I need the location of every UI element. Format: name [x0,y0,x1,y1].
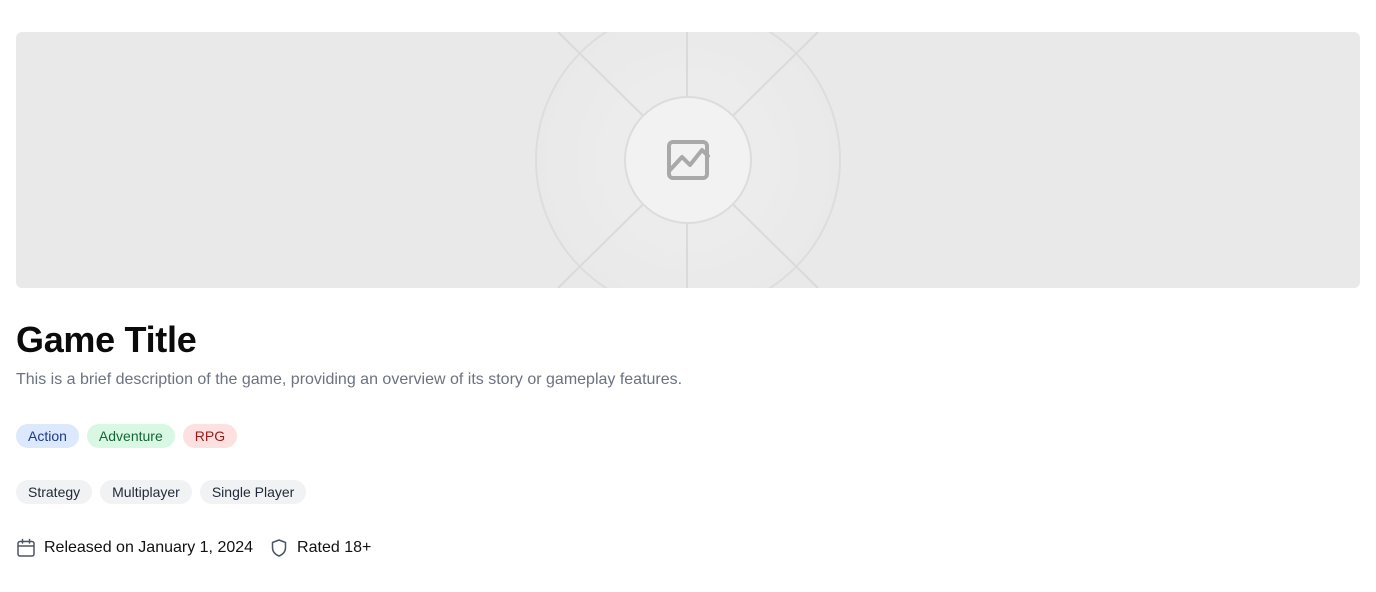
mode-tag[interactable]: Multiplayer [100,480,192,504]
release-date: Released on January 1, 2024 [16,538,253,558]
game-title: Game Title [16,319,197,360]
genre-tag[interactable]: Action [16,424,79,448]
mode-tag[interactable]: Single Player [199,480,307,504]
age-rating: Rated 18+ [269,538,371,558]
genre-tag[interactable]: Adventure [86,424,175,448]
game-description: This is a brief description of the game,… [16,371,683,388]
calendar-icon [16,538,36,558]
mode-tags: Strategy Multiplayer Single Player [16,480,307,504]
shield-icon [269,538,289,558]
image-placeholder-graphic [468,32,908,288]
mode-tag[interactable]: Strategy [16,480,93,504]
genre-tags: Action Adventure RPG [16,424,238,448]
game-meta: Released on January 1, 2024 Rated 18+ [16,536,371,560]
genre-tag[interactable]: RPG [182,424,238,448]
age-rating-text: Rated 18+ [297,539,372,556]
hero-image-placeholder [16,32,1360,288]
release-date-text: Released on January 1, 2024 [44,539,254,556]
game-detail-page: Game Title This is a brief description o… [0,0,1376,592]
